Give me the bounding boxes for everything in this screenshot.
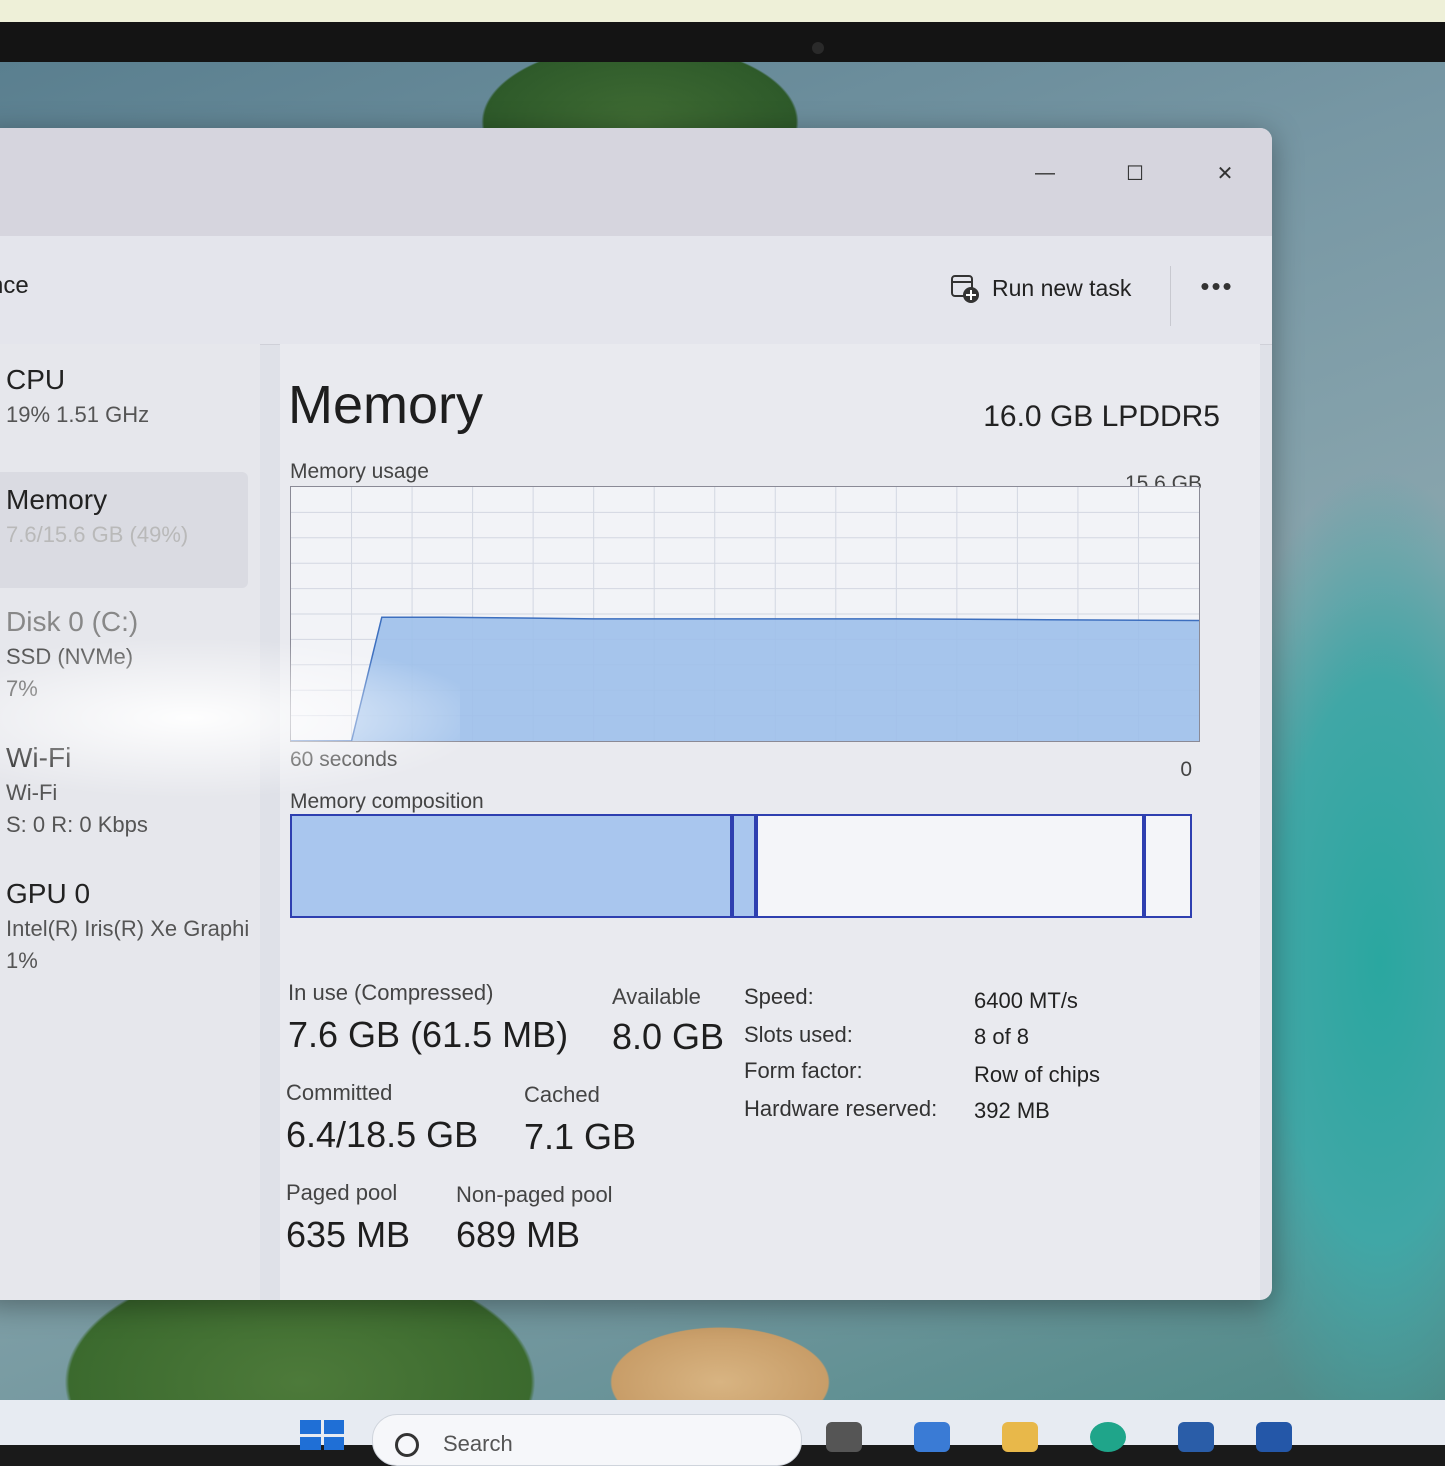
paged-pool-label: Paged pool — [286, 1180, 398, 1205]
axis-right-label: 0 — [1180, 758, 1192, 781]
sidebar-item-title: Disk 0 (C:) — [6, 606, 139, 637]
toolbar: nce Run new task ••• — [0, 236, 1272, 345]
available-label: Available — [612, 984, 701, 1009]
taskbar: Search — [0, 1400, 1445, 1466]
run-new-task-button[interactable]: Run new task — [950, 274, 1132, 303]
monitor-bezel — [0, 0, 1445, 62]
speed-value: 6400 MT/s — [974, 988, 1078, 1013]
sidebar-item-title: Wi-Fi — [6, 742, 72, 773]
windows-start-icon[interactable] — [300, 1420, 344, 1450]
sidebar-item-gpu[interactable]: GPU 0 Intel(R) Iris(R) Xe Graphi 1% — [0, 878, 250, 974]
committed-label: Committed — [286, 1080, 393, 1105]
sidebar-item-title: GPU 0 — [6, 878, 91, 909]
usage-label: Memory usage — [290, 460, 429, 483]
composition-label: Memory composition — [290, 790, 484, 813]
minimize-button[interactable]: — — [1025, 158, 1065, 188]
form-factor-value: Row of chips — [974, 1062, 1100, 1087]
nonpaged-pool-value: 689 MB — [456, 1214, 581, 1255]
page-title: Memory — [288, 375, 484, 435]
cached-value: 7.1 GB — [524, 1116, 637, 1157]
available-value: 8.0 GB — [612, 1016, 725, 1057]
run-new-task-label: Run new task — [992, 274, 1132, 301]
file-explorer-icon[interactable] — [1002, 1422, 1038, 1452]
title-bar: — ☐ ✕ — [0, 128, 1272, 236]
composition-segment-modified[interactable] — [731, 814, 757, 918]
composition-segment-standby[interactable] — [756, 814, 1145, 918]
sidebar-item-sub: 19% 1.51 GHz — [6, 402, 150, 427]
close-button[interactable]: ✕ — [1205, 158, 1245, 188]
store-icon[interactable] — [1178, 1422, 1214, 1452]
performance-sidebar: CPU 19% 1.51 GHz Memory 7.6/15.6 GB (49%… — [0, 344, 260, 1300]
sidebar-item-title: Memory — [6, 484, 108, 515]
in-use-value: 7.6 GB (61.5 MB) — [288, 1014, 569, 1055]
memory-usage-graph — [290, 486, 1200, 742]
sidebar-item-title: CPU — [6, 364, 66, 395]
task-manager-taskbar-icon[interactable] — [1256, 1422, 1292, 1452]
usage-area — [291, 617, 1199, 741]
more-options-button[interactable]: ••• — [1192, 273, 1242, 306]
usage-chart-svg — [291, 487, 1200, 742]
sidebar-item-sub2: 1% — [6, 948, 38, 973]
memory-panel: Memory 16.0 GB LPDDR5 Memory usage 15.6 … — [280, 344, 1260, 1300]
sidebar-item-sub2: 7% — [6, 676, 38, 701]
slots-key: Slots used: — [744, 1022, 853, 1047]
sidebar-item-sub: Intel(R) Iris(R) Xe Graphi — [6, 916, 250, 941]
composition-segment-free[interactable] — [1144, 814, 1192, 918]
form-factor-key: Form factor: — [744, 1058, 863, 1083]
edge-browser-icon[interactable] — [1090, 1422, 1126, 1452]
axis-left-label: 60 seconds — [290, 748, 398, 771]
sidebar-item-wifi[interactable]: Wi-Fi Wi-Fi S: 0 R: 0 Kbps — [0, 742, 250, 838]
page-heading: nce — [0, 272, 29, 299]
search-placeholder: Search — [443, 1431, 513, 1456]
sidebar-item-cpu[interactable]: CPU 19% 1.51 GHz — [0, 364, 250, 428]
maximize-button[interactable]: ☐ — [1115, 158, 1155, 188]
memory-composition-bar — [290, 814, 1192, 918]
hardware-reserved-key: Hardware reserved: — [744, 1096, 938, 1121]
task-manager-window: — ☐ ✕ nce Run new task ••• CPU 19% 1.51 … — [0, 128, 1272, 1300]
hardware-reserved-value: 392 MB — [974, 1098, 1050, 1123]
composition-segment-in-use[interactable] — [290, 814, 732, 918]
sidebar-item-memory[interactable]: Memory 7.6/15.6 GB (49%) — [0, 472, 248, 588]
paged-pool-value: 635 MB — [286, 1214, 411, 1255]
speed-key: Speed: — [744, 984, 814, 1009]
sidebar-item-sub: Wi-Fi — [6, 780, 58, 805]
nonpaged-pool-label: Non-paged pool — [456, 1182, 613, 1207]
copilot-icon[interactable] — [914, 1422, 950, 1452]
sidebar-item-sub2: S: 0 R: 0 Kbps — [6, 812, 148, 837]
search-icon — [395, 1433, 419, 1457]
slots-value: 8 of 8 — [974, 1024, 1030, 1049]
taskview-icon[interactable] — [826, 1422, 862, 1452]
memory-spec: 16.0 GB LPDDR5 — [983, 400, 1220, 433]
taskbar-search-input[interactable]: Search — [372, 1414, 802, 1466]
sidebar-item-sub: SSD (NVMe) — [6, 644, 134, 669]
committed-value: 6.4/18.5 GB — [286, 1114, 479, 1155]
run-task-icon — [950, 274, 979, 303]
sidebar-item-sub: 7.6/15.6 GB (49%) — [6, 522, 189, 547]
cached-label: Cached — [524, 1082, 600, 1107]
webcam — [812, 42, 824, 54]
in-use-label: In use (Compressed) — [288, 980, 494, 1005]
toolbar-divider — [1170, 266, 1171, 326]
sidebar-item-disk[interactable]: Disk 0 (C:) SSD (NVMe) 7% — [0, 606, 250, 702]
